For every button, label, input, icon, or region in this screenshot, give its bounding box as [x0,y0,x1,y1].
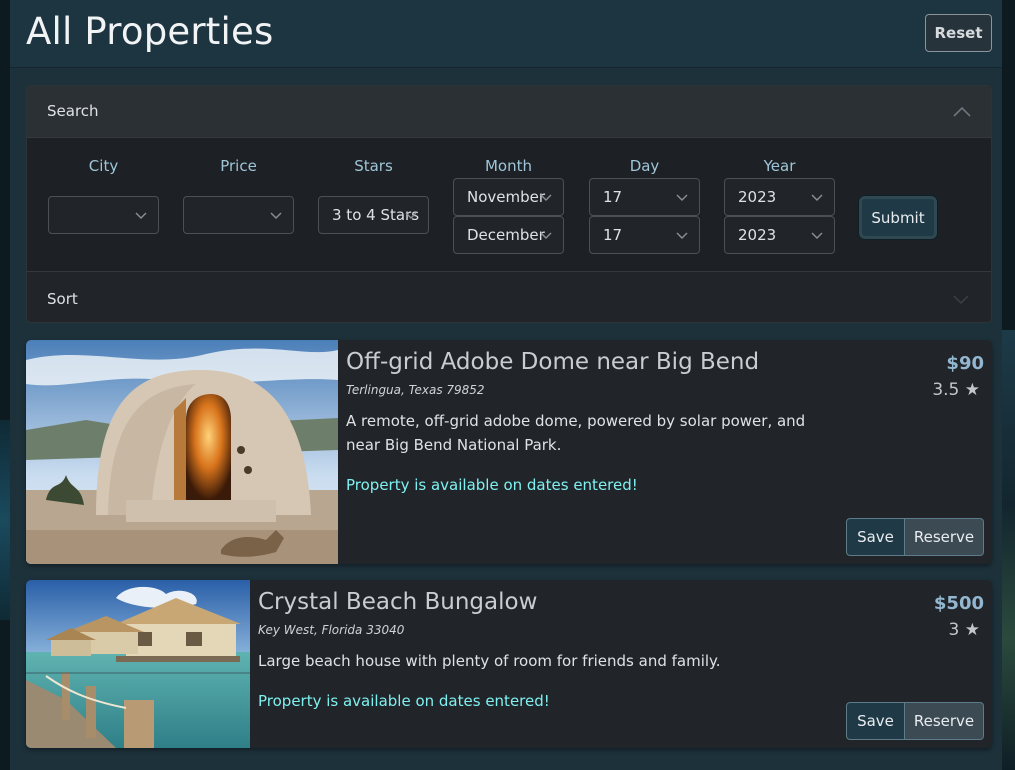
save-button[interactable]: Save [846,518,905,556]
background-edge-right [1002,330,1015,770]
chevron-down-icon [270,212,282,219]
property-title[interactable]: Crystal Beach Bungalow [258,589,537,615]
end-year-value: 2023 [738,226,777,244]
chevron-down-icon [540,194,552,201]
reset-button[interactable]: Reset [925,14,992,52]
property-card: Crystal Beach Bungalow Key West, Florida… [26,580,992,748]
start-year-select[interactable]: 2023 [724,178,835,216]
property-location: Terlingua, Texas 79852 [346,383,485,397]
sort-accordion-header[interactable]: Sort [27,271,991,322]
stars-label: Stars [354,157,393,175]
background-edge-left [0,420,10,620]
chevron-up-icon [953,106,971,117]
property-rating: 3.5 ★ [932,380,980,400]
property-title[interactable]: Off-grid Adobe Dome near Big Bend [346,349,759,375]
search-accordion-title: Search [47,102,99,120]
page-title: All Properties [26,10,274,53]
save-button[interactable]: Save [846,702,905,740]
start-month-select[interactable]: November [453,178,564,216]
property-description: Large beach house with plenty of room fo… [258,652,721,670]
submit-button[interactable]: Submit [859,196,937,239]
availability-status: Property is available on dates entered! [346,476,638,494]
sort-accordion-title: Sort [47,290,78,308]
end-year-select[interactable]: 2023 [724,216,835,254]
year-label: Year [763,157,796,175]
chevron-down-icon [405,212,417,219]
card-actions: Save Reserve [846,518,984,556]
chevron-down-icon [676,194,688,201]
start-day-value: 17 [603,188,623,206]
chevron-down-icon [540,232,552,239]
month-label: Month [484,157,532,175]
chevron-down-icon [811,232,823,239]
end-day-value: 17 [603,226,623,244]
chevron-down-icon [811,194,823,201]
chevron-down-icon [135,212,147,219]
search-sort-accordion: Search City Price Stars 3 to 4 Stars Mon… [26,85,992,323]
property-image-beach-bungalow [26,580,250,748]
price-label: Price [220,157,257,175]
property-description: A remote, off-grid adobe dome, powered b… [346,412,806,454]
search-form: City Price Stars 3 to 4 Stars Month Nove… [27,138,991,271]
property-rating: 3 ★ [948,620,980,640]
day-label: Day [629,157,660,175]
price-select[interactable] [183,196,294,234]
property-image-adobe-dome [26,340,338,564]
start-month-value: November [467,188,546,206]
property-price: $90 [946,353,984,374]
end-day-select[interactable]: 17 [589,216,700,254]
start-day-select[interactable]: 17 [589,178,700,216]
chevron-down-icon [953,295,969,305]
page-header: All Properties Reset [10,0,1002,68]
property-location: Key West, Florida 33040 [258,623,405,637]
city-label: City [88,157,119,175]
chevron-down-icon [676,232,688,239]
end-month-select[interactable]: December [453,216,564,254]
reserve-button[interactable]: Reserve [905,518,984,556]
availability-status: Property is available on dates entered! [258,692,550,710]
reserve-button[interactable]: Reserve [905,702,984,740]
start-year-value: 2023 [738,188,777,206]
page-container: All Properties Reset Search City Price S… [10,0,1002,770]
property-card: Off-grid Adobe Dome near Big Bend Terlin… [26,340,992,564]
city-select[interactable] [48,196,159,234]
end-month-value: December [467,226,545,244]
stars-select[interactable]: 3 to 4 Stars [318,196,429,234]
search-accordion-header[interactable]: Search [27,86,991,138]
card-actions: Save Reserve [846,702,984,740]
property-price: $500 [933,593,984,614]
